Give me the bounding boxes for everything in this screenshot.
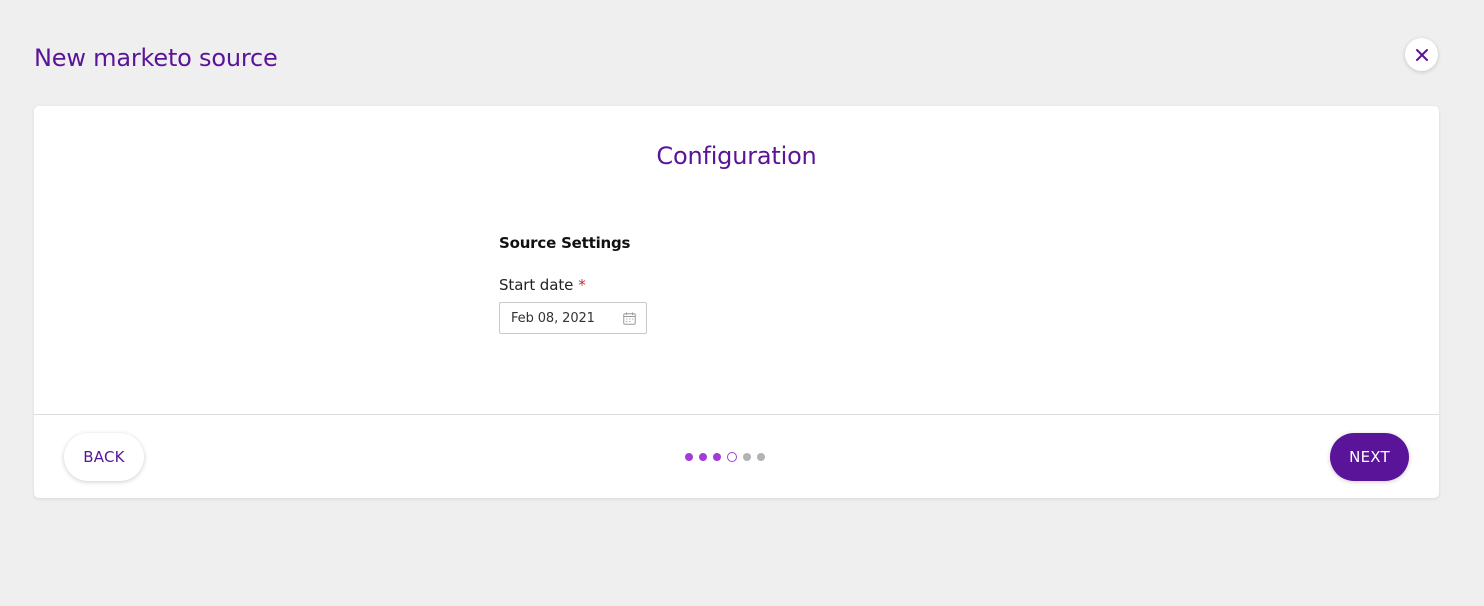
- step-dot-1: [685, 453, 693, 461]
- step-title: Configuration: [656, 142, 817, 170]
- page-title: New marketo source: [34, 44, 278, 72]
- step-indicator: [685, 451, 765, 463]
- footer-divider: [34, 414, 1439, 415]
- back-button[interactable]: BACK: [64, 433, 144, 481]
- configuration-card: Configuration Source Settings Start date…: [34, 106, 1439, 498]
- close-icon: [1415, 48, 1428, 61]
- start-date-input[interactable]: Feb 08, 2021: [499, 302, 647, 334]
- next-button[interactable]: NEXT: [1330, 433, 1409, 481]
- step-dot-5: [743, 453, 751, 461]
- start-date-label-text: Start date: [499, 276, 574, 294]
- step-dot-4: [727, 452, 737, 462]
- modal-page: New marketo source Configuration Source …: [0, 0, 1484, 606]
- close-button[interactable]: [1405, 38, 1438, 71]
- step-dot-3: [713, 453, 721, 461]
- required-marker: *: [578, 276, 586, 294]
- start-date-value: Feb 08, 2021: [511, 310, 595, 326]
- start-date-label: Start date *: [499, 276, 586, 294]
- step-dot-2: [699, 453, 707, 461]
- section-heading: Source Settings: [499, 234, 631, 252]
- calendar-icon[interactable]: [623, 312, 636, 325]
- step-dot-6: [757, 453, 765, 461]
